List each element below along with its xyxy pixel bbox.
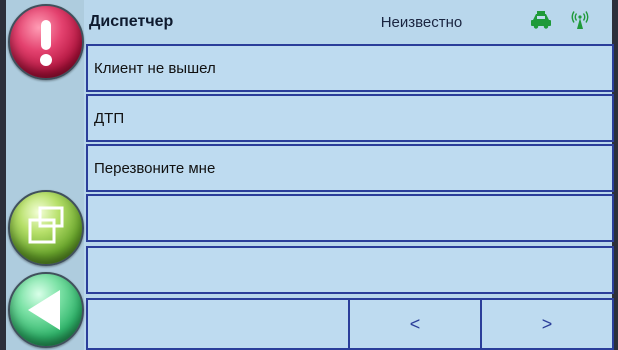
bottom-blank-button[interactable]: [86, 298, 350, 350]
next-page-button[interactable]: >: [480, 298, 614, 350]
signal-antenna-icon: [570, 10, 590, 35]
windows-button[interactable]: [8, 190, 84, 266]
list-item-label: Перезвоните мне: [94, 159, 216, 177]
status-text: Неизвестно: [380, 13, 463, 31]
list-item[interactable]: [86, 246, 614, 294]
prev-page-button[interactable]: <: [348, 298, 482, 350]
prev-label: <: [409, 313, 421, 334]
list-item[interactable]: [86, 194, 614, 242]
page-title: Диспетчер: [89, 13, 174, 30]
screen: Диспетчер Неизвестно Клиент не вышел ДТП…: [6, 0, 614, 350]
next-label: >: [541, 313, 553, 334]
windows-icon: [10, 192, 82, 264]
back-button[interactable]: [8, 272, 84, 348]
alert-button[interactable]: [8, 4, 84, 80]
taxi-car-icon: [530, 10, 552, 34]
list-item[interactable]: Перезвоните мне: [86, 144, 614, 192]
list-item[interactable]: Клиент не вышел: [86, 44, 614, 92]
list-item[interactable]: ДТП: [86, 94, 614, 142]
list-item-label: ДТП: [94, 109, 125, 127]
back-arrow-icon: [10, 274, 82, 346]
sidebar: [6, 0, 84, 350]
exclamation-icon: [10, 6, 82, 78]
header: Диспетчер Неизвестно: [84, 2, 612, 42]
header-icons: [530, 10, 590, 35]
list-item-label: Клиент не вышел: [94, 59, 216, 77]
